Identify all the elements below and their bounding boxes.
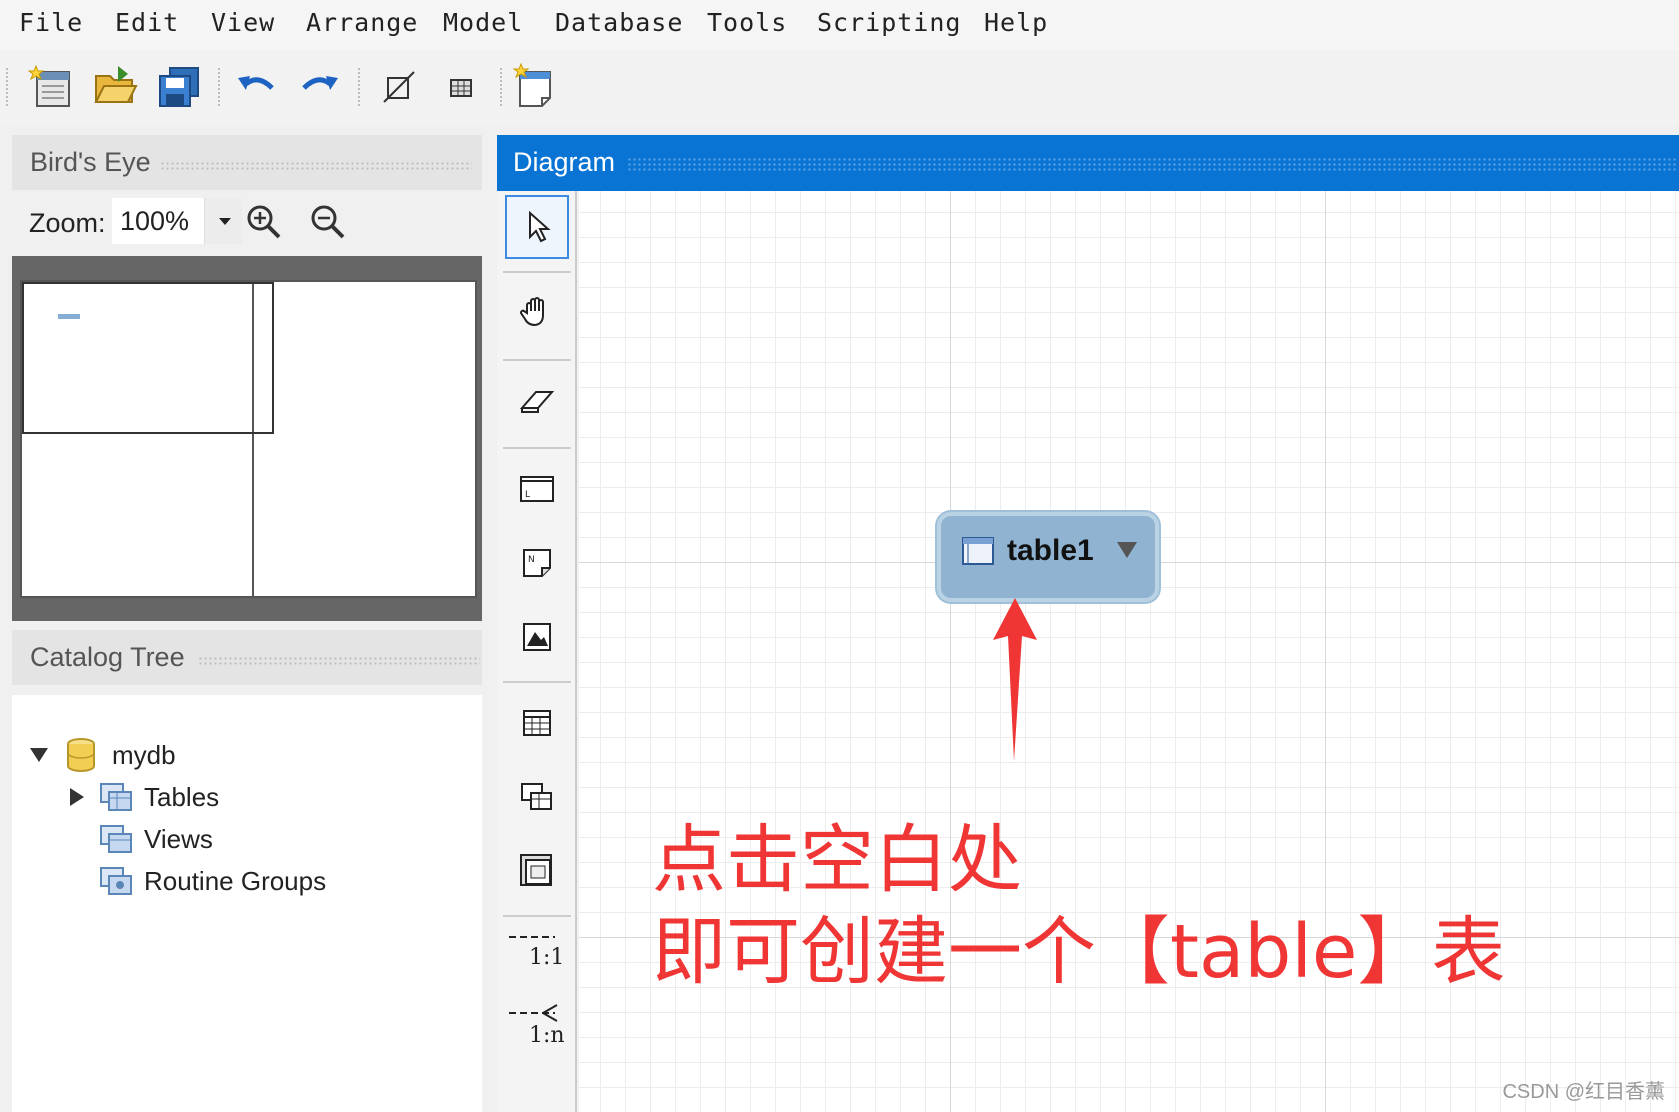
toolbar-separator <box>218 68 220 106</box>
menu-scripting[interactable]: Scripting <box>817 8 961 37</box>
watermark: CSDN @红目香薰 <box>1502 1081 1665 1103</box>
layer-icon[interactable]: L <box>505 457 569 521</box>
new-document-icon[interactable] <box>27 62 78 112</box>
new-diagram-icon[interactable] <box>512 62 562 112</box>
tree-item-label: Routine Groups <box>144 865 327 896</box>
select-pointer-icon[interactable] <box>505 195 569 259</box>
zoom-value: 100% <box>120 206 190 236</box>
table-icon <box>962 537 994 565</box>
relationship-1-n-tool[interactable]: 1:n <box>507 1003 571 1067</box>
birds-eye-view[interactable] <box>12 256 482 621</box>
toolbar-separator <box>500 68 502 106</box>
chevron-down-icon[interactable] <box>204 198 242 244</box>
viewport-rectangle[interactable] <box>22 282 274 434</box>
zoom-label: Zoom: <box>29 208 106 238</box>
table-thumbnail <box>58 314 80 319</box>
database-icon <box>67 738 95 772</box>
red-arrow-icon <box>993 598 1037 761</box>
header-grip[interactable] <box>627 157 1677 171</box>
diagram-header: Diagram <box>497 135 1679 191</box>
redo-icon[interactable] <box>294 62 344 112</box>
routine-group-icon[interactable] <box>505 839 569 903</box>
toggle-grid-icon[interactable] <box>374 62 424 112</box>
menu-bar: File Edit View Arrange Model Database To… <box>0 0 1679 50</box>
menu-file[interactable]: File <box>19 8 83 37</box>
table-name: table1 <box>1007 534 1094 567</box>
menu-edit[interactable]: Edit <box>115 8 179 37</box>
menu-view[interactable]: View <box>211 8 275 37</box>
tool-palette: L N 1:1 1:n <box>497 191 577 1112</box>
birds-eye-header: Bird's Eye <box>12 135 482 190</box>
zoom-select[interactable]: 100% <box>112 198 242 244</box>
birds-eye-title: Bird's Eye <box>30 147 151 177</box>
routine-groups-folder-icon <box>100 867 132 895</box>
tables-folder-icon <box>100 783 132 811</box>
annotation-line-1: 点击空白处 <box>652 817 1022 903</box>
crows-foot-icon <box>509 1004 558 1022</box>
undo-icon[interactable] <box>232 62 282 112</box>
menu-help[interactable]: Help <box>984 8 1048 37</box>
note-icon[interactable]: N <box>505 531 569 595</box>
relationship-line-icon <box>509 936 555 938</box>
image-icon[interactable] <box>505 605 569 669</box>
table-node[interactable]: table1 <box>937 512 1159 602</box>
expand-right-icon[interactable] <box>70 788 84 806</box>
palette-separator <box>503 359 571 361</box>
menu-model[interactable]: Model <box>443 8 523 37</box>
palette-separator <box>503 447 571 449</box>
header-grip[interactable] <box>160 161 472 171</box>
zoom-in-icon[interactable] <box>242 200 286 244</box>
palette-separator <box>503 915 571 917</box>
header-grip[interactable] <box>198 656 480 666</box>
toolbar-grip <box>6 68 8 106</box>
tree-item-label: Tables <box>144 781 220 812</box>
annotation-line-2: 即可创建一个【table】表 <box>652 909 1506 995</box>
menu-database[interactable]: Database <box>555 8 683 37</box>
svg-text:L: L <box>525 490 530 500</box>
view-icon[interactable] <box>505 765 569 829</box>
align-icon[interactable] <box>436 62 486 112</box>
tree-item-mydb[interactable]: mydb <box>30 737 176 773</box>
open-folder-icon[interactable] <box>90 62 140 112</box>
relationship-1-n-label: 1:n <box>529 1023 565 1048</box>
palette-separator <box>503 271 571 273</box>
zoom-row: Zoom: 100% <box>12 190 482 256</box>
tree-item-label: Views <box>144 823 213 854</box>
save-icon[interactable] <box>154 62 204 112</box>
zoom-out-icon[interactable] <box>306 200 350 244</box>
tree-item-tables[interactable]: Tables <box>70 779 219 815</box>
tree-item-views[interactable]: Views <box>98 821 213 857</box>
palette-separator <box>503 681 571 683</box>
toolbar <box>0 50 1679 126</box>
svg-text:N: N <box>528 555 535 565</box>
toolbar-separator <box>358 68 360 106</box>
expand-down-icon[interactable] <box>30 748 48 762</box>
catalog-tree-title: Catalog Tree <box>30 642 185 672</box>
relationship-1-1-tool[interactable]: 1:1 <box>507 929 571 993</box>
chevron-down-icon[interactable] <box>1117 542 1137 558</box>
table-icon[interactable] <box>505 691 569 755</box>
relationship-1-1-label: 1:1 <box>529 945 565 970</box>
diagram-tab-title[interactable]: Diagram <box>513 147 615 178</box>
tree-item-label: mydb <box>112 739 176 770</box>
views-folder-icon <box>100 825 132 853</box>
menu-arrange[interactable]: Arrange <box>306 8 418 37</box>
eraser-icon[interactable] <box>505 369 569 433</box>
catalog-tree-header: Catalog Tree <box>12 630 482 685</box>
hand-icon[interactable] <box>505 281 569 345</box>
catalog-tree: mydb Tables Views Routine Groups <box>12 695 482 1112</box>
menu-tools[interactable]: Tools <box>707 8 787 37</box>
tree-item-routine-groups[interactable]: Routine Groups <box>98 863 326 899</box>
birds-eye-page <box>20 280 477 598</box>
left-panel: Bird's Eye Zoom: 100% Catalog Tree mydb … <box>12 135 484 1112</box>
